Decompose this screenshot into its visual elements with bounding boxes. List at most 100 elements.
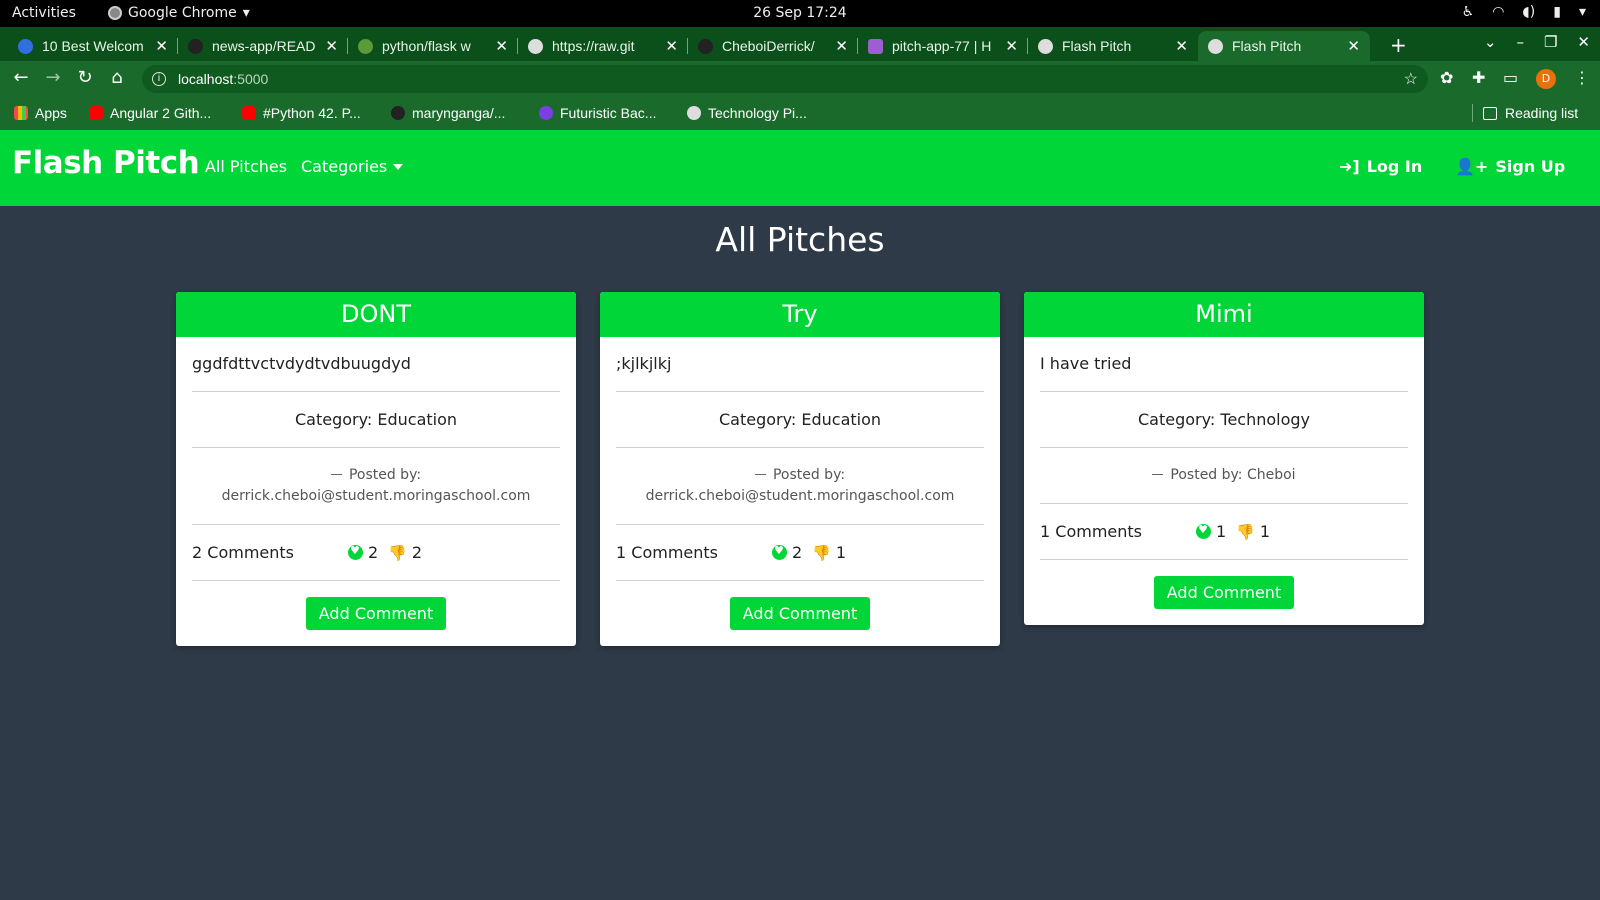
pitch-stats: 1 Comments 1 👎1 — [1040, 504, 1408, 560]
browser-tab[interactable]: CheboiDerrick/ ✕ — [688, 31, 858, 61]
reload-icon[interactable]: ↻ — [74, 67, 96, 88]
browser-tab[interactable]: news-app/READ ✕ — [178, 31, 348, 61]
bookmarks-bar: Apps Angular 2 Gith... #Python 42. P... … — [0, 97, 1600, 130]
pitch-description: I have tried — [1040, 337, 1408, 392]
browser-tab[interactable]: pitch-app-77 | H ✕ — [858, 31, 1028, 61]
tab-search-icon[interactable]: ⌄ — [1484, 33, 1497, 51]
more-menu-icon[interactable]: ⋮ — [1574, 68, 1590, 87]
upvote-button[interactable]: 2 — [348, 543, 378, 562]
github-icon — [391, 106, 405, 120]
system-tray[interactable]: ♿ ◠ ◖) ▮ ▾ — [1462, 4, 1586, 20]
tab-strip: 10 Best Welcom ✕ news-app/READ ✕ python/… — [0, 27, 1600, 61]
downvote-count: 2 — [411, 543, 423, 562]
pitch-category: Category: Technology — [1040, 392, 1408, 448]
chevron-down-icon: ▾ — [1578, 4, 1586, 20]
pitch-title: Try — [600, 292, 1000, 337]
login-icon: ➜] — [1339, 157, 1360, 176]
browser-tab[interactable]: Flash Pitch ✕ — [1028, 31, 1198, 61]
heart-icon — [772, 544, 787, 560]
thumbs-down-icon: 👎 — [1236, 522, 1255, 541]
thumbs-down-icon: 👎 — [388, 543, 407, 562]
downvote-button[interactable]: 👎 1 — [812, 543, 846, 562]
extensions-puzzle-icon[interactable]: ✚ — [1472, 68, 1485, 87]
accessibility-icon[interactable]: ♿ — [1462, 4, 1475, 20]
comments-count[interactable]: 1 Comments — [616, 543, 772, 562]
close-tab-icon[interactable]: ✕ — [665, 37, 678, 55]
forward-icon[interactable]: → — [42, 67, 64, 88]
pitch-stats: 1 Comments 2 👎1 — [616, 525, 984, 581]
upvote-button[interactable]: 1 — [1196, 522, 1226, 541]
brand-logo[interactable]: Flash Pitch — [12, 145, 200, 181]
close-tab-icon[interactable]: ✕ — [835, 37, 848, 55]
clock[interactable]: 26 Sep 17:24 — [753, 5, 846, 21]
caret-down-icon — [393, 164, 404, 170]
pitch-card: DONT ggdfdttvctvdydtvdbuugdyd Category: … — [176, 292, 576, 646]
browser-tab[interactable]: python/flask w ✕ — [348, 31, 518, 61]
home-icon[interactable]: ⌂ — [106, 67, 128, 88]
restore-icon[interactable]: ❐ — [1544, 33, 1557, 51]
bookmark-item[interactable]: Futuristic Bac... — [539, 105, 656, 121]
pitch-category: Category: Education — [192, 392, 560, 448]
site-info-icon[interactable]: i — [152, 72, 166, 86]
close-tab-icon[interactable]: ✕ — [325, 37, 338, 55]
app-name: Google Chrome — [128, 5, 237, 21]
close-tab-icon[interactable]: ✕ — [1005, 37, 1018, 55]
bookmark-item[interactable]: #Python 42. P... — [242, 105, 361, 121]
reading-list-label: Reading list — [1505, 105, 1579, 121]
bookmark-label: Apps — [35, 105, 67, 121]
nav-all-pitches[interactable]: All Pitches — [205, 157, 287, 176]
pitch-category: Category: Education — [616, 392, 984, 448]
close-tab-icon[interactable]: ✕ — [155, 37, 168, 55]
signup-label: Sign Up — [1495, 157, 1566, 176]
downvote-button[interactable]: 👎 1 — [1236, 522, 1270, 541]
signup-link[interactable]: 👤+ Sign Up — [1455, 157, 1565, 176]
nav-categories-dropdown[interactable]: Categories — [301, 157, 404, 176]
address-bar[interactable]: i localhost:5000 ☆ — [142, 65, 1428, 93]
downvote-button[interactable]: 👎 2 — [388, 543, 422, 562]
tab-title: CheboiDerrick/ — [722, 38, 815, 54]
browser-tab-active[interactable]: Flash Pitch ✕ — [1198, 31, 1370, 61]
bookmark-item[interactable]: Technology Pi... — [687, 105, 807, 121]
downvote-count: 1 — [1259, 522, 1271, 541]
tab-title: python/flask w — [382, 38, 471, 54]
back-icon[interactable]: ← — [10, 67, 32, 88]
close-tab-icon[interactable]: ✕ — [495, 37, 508, 55]
tab-title: pitch-app-77 | H — [892, 38, 992, 54]
minimize-icon[interactable]: – — [1516, 33, 1524, 51]
pitch-description: ;kjlkjlkj — [616, 337, 984, 392]
add-comment-button[interactable]: Add Comment — [729, 597, 871, 630]
upvote-button[interactable]: 2 — [772, 543, 802, 562]
dash-icon — [330, 474, 342, 475]
close-tab-icon[interactable]: ✕ — [1347, 37, 1360, 55]
close-tab-icon[interactable]: ✕ — [1175, 37, 1188, 55]
globe-icon — [528, 38, 543, 54]
app-menu[interactable]: Google Chrome ▾ — [108, 5, 250, 21]
bookmark-item[interactable]: Angular 2 Gith... — [89, 105, 211, 121]
profile-avatar[interactable]: D — [1536, 69, 1556, 89]
browser-tab[interactable]: https://raw.git ✕ — [518, 31, 688, 61]
heart-icon — [1196, 523, 1211, 539]
heroku-icon — [868, 38, 883, 54]
add-comment-button[interactable]: Add Comment — [305, 597, 447, 630]
url-host: localhost — [178, 71, 234, 87]
cast-icon[interactable]: ▭ — [1503, 68, 1518, 87]
pitch-author: Posted by: Cheboi — [1040, 448, 1408, 504]
comments-count[interactable]: 1 Comments — [1040, 522, 1196, 541]
browser-tab[interactable]: 10 Best Welcom ✕ — [8, 31, 178, 61]
bookmark-item[interactable]: maryng​anga/... — [391, 105, 505, 121]
new-tab-icon[interactable]: + — [1390, 33, 1407, 57]
dash-icon — [754, 474, 766, 475]
comments-count[interactable]: 2 Comments — [192, 543, 348, 562]
tab-title: news-app/READ — [212, 38, 316, 54]
author-email: derrick.cheboi@student.moringaschool.com — [221, 488, 531, 504]
close-window-icon[interactable]: ✕ — [1577, 33, 1590, 51]
login-link[interactable]: ➜] Log In — [1339, 157, 1422, 176]
bookmark-item[interactable]: Apps — [14, 105, 67, 121]
reading-list-button[interactable]: Reading list — [1483, 105, 1578, 121]
add-comment-button[interactable]: Add Comment — [1153, 576, 1295, 609]
globe-icon — [1208, 38, 1223, 54]
activities-button[interactable]: Activities — [12, 5, 76, 21]
youtube-icon — [89, 106, 103, 120]
bookmark-star-icon[interactable]: ☆ — [1404, 69, 1418, 89]
color-extension-icon[interactable]: ✿ — [1440, 68, 1453, 87]
